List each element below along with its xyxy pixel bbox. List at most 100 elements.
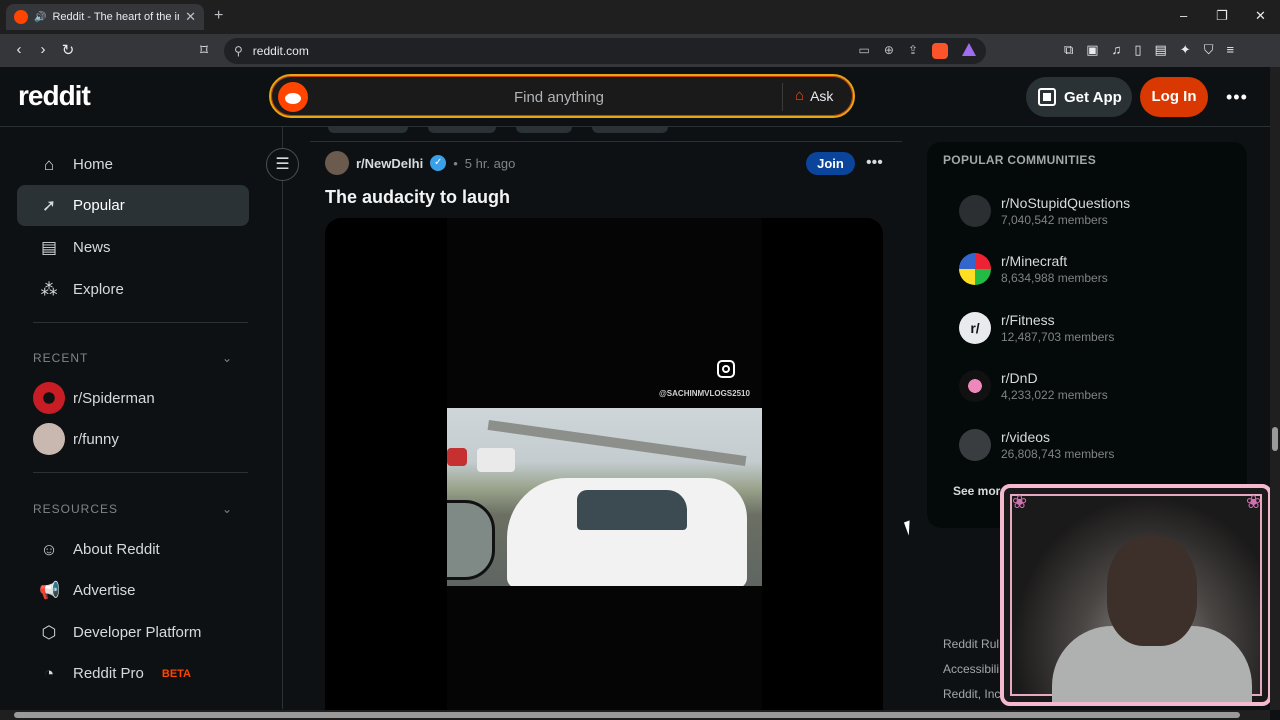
post-title[interactable]: The audacity to laugh — [325, 187, 510, 208]
post-more-icon[interactable]: ••• — [866, 154, 883, 172]
browser-tab[interactable]: 🔊 Reddit - The heart of the inte ✕ — [6, 4, 204, 30]
login-button[interactable]: Log In — [1140, 77, 1208, 117]
tab-close-icon[interactable]: ✕ — [185, 9, 196, 25]
screenshot-icon[interactable]: ▣ — [1086, 42, 1098, 58]
community-avatar: r/ — [959, 312, 991, 344]
sidebar-item-label: Reddit Pro — [73, 665, 144, 682]
address-bar[interactable]: ⚲ reddit.com ▭ ⊕ ⇪ — [224, 38, 986, 64]
cast-icon[interactable]: ▭ — [859, 43, 870, 59]
search-placeholder[interactable]: Find anything — [271, 89, 847, 106]
community-name: r/NoStupidQuestions — [1001, 195, 1131, 211]
menu-icon[interactable]: ≡ — [1226, 42, 1234, 58]
sidebar-item-label: Advertise — [73, 582, 136, 599]
brave-shields-icon[interactable] — [932, 43, 948, 59]
restore-button[interactable]: ❐ — [1216, 8, 1228, 24]
footer-link-rules[interactable]: Reddit Rul — [943, 637, 999, 651]
bookmark-icon[interactable]: ⌑ — [195, 41, 213, 59]
leo-icon[interactable]: ✦ — [1180, 42, 1191, 58]
explore-icon: ⁂ — [40, 279, 58, 299]
recent-item-funny[interactable]: r/funny — [33, 423, 119, 455]
speaker-icon[interactable]: 🔊 — [34, 12, 46, 23]
community-item[interactable]: r/NoStupidQuestions 7,040,542 members — [959, 195, 1130, 227]
join-button[interactable]: Join — [806, 152, 855, 175]
brave-rewards-icon[interactable] — [962, 43, 976, 56]
site-settings-icon[interactable]: ⚲ — [234, 44, 243, 58]
community-members: 8,634,988 members — [1001, 271, 1108, 285]
mouse-cursor-icon — [903, 518, 921, 536]
forward-icon[interactable]: › — [34, 41, 52, 58]
reload-icon[interactable]: ↻ — [59, 41, 77, 59]
community-item[interactable]: r/Minecraft 8,634,988 members — [959, 253, 1108, 285]
ask-icon: ⌂ — [795, 87, 805, 104]
sidebar-item-label: Explore — [73, 281, 124, 298]
recent-item-spiderman[interactable]: r/Spiderman — [33, 382, 155, 414]
subreddit-name[interactable]: r/NewDelhi — [356, 156, 423, 171]
vertical-scroll-thumb[interactable] — [1272, 427, 1278, 451]
share-icon[interactable]: ⇪ — [908, 43, 918, 59]
reddit-logo[interactable]: reddit — [18, 80, 91, 112]
sidebar-item-reddit-pro[interactable]: ◔ Reddit Pro BETA — [17, 653, 249, 694]
community-name: r/DnD — [1001, 370, 1038, 386]
community-item[interactable]: r/ r/Fitness 12,487,703 members — [959, 312, 1114, 344]
hamburger-menu-icon[interactable]: ☰ — [266, 148, 299, 181]
filter-chip[interactable] — [592, 127, 668, 133]
close-window-button[interactable]: ✕ — [1255, 8, 1266, 24]
sidebar-item-about-reddit[interactable]: ☺ About Reddit — [17, 529, 249, 570]
sidebar-item-advertise[interactable]: 📢 Advertise — [17, 570, 249, 611]
reddit-alien-icon: ☺ — [40, 539, 58, 559]
person-face-shape — [1107, 536, 1197, 646]
filter-chip[interactable] — [516, 127, 572, 133]
sidebar-item-home[interactable]: ⌂ Home — [17, 144, 249, 185]
sidebar-item-explore[interactable]: ⁂ Explore — [17, 269, 249, 310]
subreddit-avatar[interactable] — [325, 151, 349, 175]
overpass-shape — [487, 419, 747, 467]
search-bar[interactable]: Find anything ⌂ Ask — [269, 74, 855, 118]
sidebar-item-popular[interactable]: ➚ Popular — [17, 185, 249, 226]
see-more-button[interactable]: See more — [953, 484, 1007, 498]
minimize-button[interactable]: – — [1180, 8, 1187, 23]
footer-link-reddit-inc[interactable]: Reddit, Inc — [943, 687, 1000, 701]
vertical-scrollbar[interactable] — [1270, 67, 1280, 710]
recent-heading[interactable]: RECENT ⌄ — [33, 351, 233, 365]
community-avatar — [959, 253, 991, 285]
ask-button[interactable]: ⌂ Ask — [795, 87, 833, 104]
community-item[interactable]: r/DnD 4,233,022 members — [959, 370, 1108, 402]
floral-decoration-icon: ❀ — [1246, 492, 1262, 512]
chevron-down-icon[interactable]: ⌄ — [222, 502, 233, 516]
sidebar-item-news[interactable]: ▤ News — [17, 227, 249, 268]
recent-heading-label: RECENT — [33, 351, 89, 365]
community-members: 4,233,022 members — [1001, 388, 1108, 402]
sidebar-toggle-icon[interactable]: ▯ — [1134, 42, 1141, 58]
url-text: reddit.com — [252, 44, 309, 58]
back-icon[interactable]: ‹ — [10, 41, 28, 58]
extensions-icon[interactable]: ⧉ — [1064, 42, 1073, 58]
webcam-overlay: ❀ ❀ — [1000, 484, 1272, 706]
webcam-feed — [1010, 494, 1262, 702]
sidebar-item-developer-platform[interactable]: ⬡ Developer Platform — [17, 612, 249, 653]
browser-tab-bar: 🔊 Reddit - The heart of the inte ✕ + – ❐… — [0, 0, 1280, 34]
post-meta: r/NewDelhi ✓ • 5 hr. ago — [325, 151, 515, 175]
zoom-icon[interactable]: ⊕ — [884, 43, 894, 59]
vpn-icon[interactable]: ⛉ — [1204, 42, 1214, 58]
filter-chip[interactable] — [428, 127, 496, 133]
resources-heading[interactable]: RESOURCES ⌄ — [33, 502, 233, 516]
footer-link-accessibility[interactable]: Accessibili — [943, 662, 999, 676]
new-tab-button[interactable]: + — [214, 7, 223, 25]
community-item[interactable]: r/videos 26,808,743 members — [959, 429, 1114, 461]
chevron-down-icon[interactable]: ⌄ — [222, 351, 233, 365]
filter-chip[interactable] — [328, 127, 408, 133]
horizontal-scrollbar[interactable] — [0, 710, 1270, 720]
post-separator: • — [453, 155, 458, 171]
recent-item-label: r/funny — [73, 430, 119, 448]
header-more-icon[interactable]: ••• — [1226, 87, 1248, 108]
music-icon[interactable]: ♫ — [1112, 42, 1122, 58]
sidebar-divider — [33, 472, 248, 473]
wallet-icon[interactable]: ▤ — [1155, 42, 1167, 58]
news-icon: ▤ — [40, 237, 58, 257]
horizontal-scroll-thumb[interactable] — [14, 712, 1240, 718]
community-members: 12,487,703 members — [1001, 330, 1115, 344]
post-video[interactable]: @SACHINMVLOGS2510 — [325, 218, 883, 710]
instagram-icon — [717, 360, 735, 378]
community-name: r/Minecraft — [1001, 253, 1068, 269]
get-app-button[interactable]: Get App — [1026, 77, 1132, 117]
